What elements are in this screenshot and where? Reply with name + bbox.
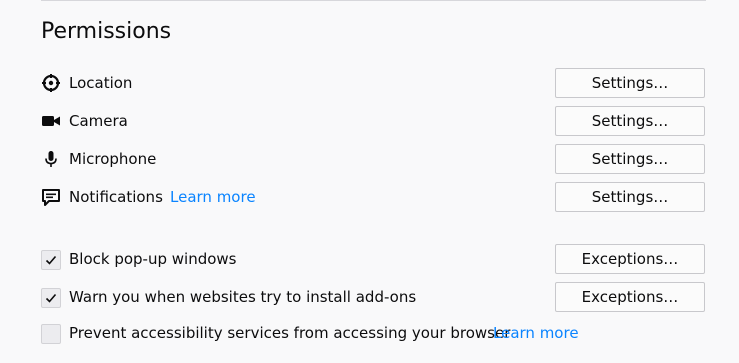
permission-row-notifications: Notifications Learn more Settings… <box>41 182 705 212</box>
checkmark-icon <box>45 293 57 303</box>
microphone-icon <box>41 149 61 169</box>
camera-settings-button[interactable]: Settings… <box>555 106 705 136</box>
location-settings-button[interactable]: Settings… <box>555 68 705 98</box>
location-crosshair-icon <box>41 73 61 93</box>
accessibility-learn-more-link[interactable]: Learn more <box>493 323 579 343</box>
permission-label-location: Location <box>69 74 133 92</box>
permission-row-camera: Camera Settings… <box>41 106 705 136</box>
warn-addons-checkbox[interactable] <box>41 288 61 308</box>
block-popups-exceptions-button[interactable]: Exceptions… <box>555 244 705 274</box>
option-row-block-popups: Block pop-up windows Exceptions… <box>41 244 705 274</box>
warn-addons-exceptions-button[interactable]: Exceptions… <box>555 282 705 312</box>
section-title: Permissions <box>41 19 172 44</box>
permission-row-location: Location Settings… <box>41 68 705 98</box>
notifications-learn-more-link[interactable]: Learn more <box>170 187 256 207</box>
permission-row-microphone: Microphone Settings… <box>41 144 705 174</box>
option-row-prevent-accessibility: Prevent accessibility services from acce… <box>41 318 705 348</box>
block-popups-label[interactable]: Block pop-up windows <box>69 249 237 269</box>
checkmark-icon <box>45 255 57 265</box>
notifications-settings-button[interactable]: Settings… <box>555 182 705 212</box>
notification-bubble-icon <box>41 187 61 207</box>
section-divider <box>41 0 706 1</box>
warn-addons-label[interactable]: Warn you when websites try to install ad… <box>69 287 416 307</box>
permission-label-microphone: Microphone <box>69 150 157 168</box>
option-row-warn-addons: Warn you when websites try to install ad… <box>41 282 705 312</box>
permission-label-notifications: Notifications <box>69 188 163 206</box>
prevent-accessibility-label[interactable]: Prevent accessibility services from acce… <box>69 323 510 343</box>
microphone-settings-button[interactable]: Settings… <box>555 144 705 174</box>
block-popups-checkbox[interactable] <box>41 250 61 270</box>
prevent-accessibility-checkbox[interactable] <box>41 324 61 344</box>
permission-label-camera: Camera <box>69 112 128 130</box>
camera-icon <box>41 111 61 131</box>
